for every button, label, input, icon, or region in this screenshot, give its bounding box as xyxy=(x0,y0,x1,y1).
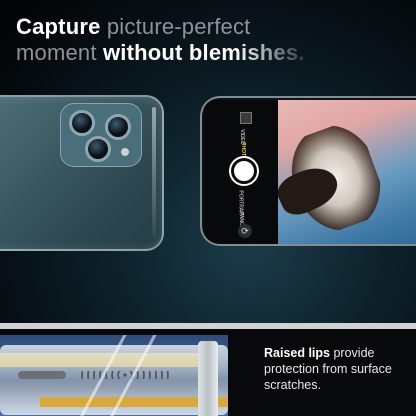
camera-module xyxy=(60,103,142,167)
camera-app-controls: VIDEO PHOTO PORTRAIT PANO ⟳ xyxy=(204,100,278,244)
camera-lens-icon xyxy=(69,110,95,136)
speaker-grille-icon xyxy=(80,371,170,379)
feature-caption: Raised lips provide protection from surf… xyxy=(264,345,414,393)
headline-without: without xyxy=(102,40,183,65)
caption-bold: Raised lips xyxy=(264,346,330,360)
camera-viewfinder xyxy=(278,100,416,244)
shutter-button-icon xyxy=(231,158,257,184)
headline-moment: moment xyxy=(16,40,97,65)
flash-icon xyxy=(121,148,129,156)
case-edge-shine xyxy=(152,107,156,237)
headline-blemishes: blemishes. xyxy=(188,40,305,65)
camera-lens-icon xyxy=(105,114,131,140)
raised-lip-closeup xyxy=(0,335,228,416)
top-product-panel: Capture picture-perfect moment without b… xyxy=(0,0,416,323)
headline-capture: Capture xyxy=(16,14,101,39)
camera-lens-icon xyxy=(85,136,111,162)
camera-flip-icon: ⟳ xyxy=(238,224,252,238)
thumbnail-icon xyxy=(240,112,252,124)
raised-lip xyxy=(198,341,218,416)
phone-back-image xyxy=(0,95,164,251)
charging-port-icon xyxy=(18,371,66,379)
headline: Capture picture-perfect moment without b… xyxy=(16,14,396,66)
phone-front-image: VIDEO PHOTO PORTRAIT PANO ⟳ xyxy=(200,96,416,246)
headline-picture-perfect: picture-perfect xyxy=(106,14,251,39)
